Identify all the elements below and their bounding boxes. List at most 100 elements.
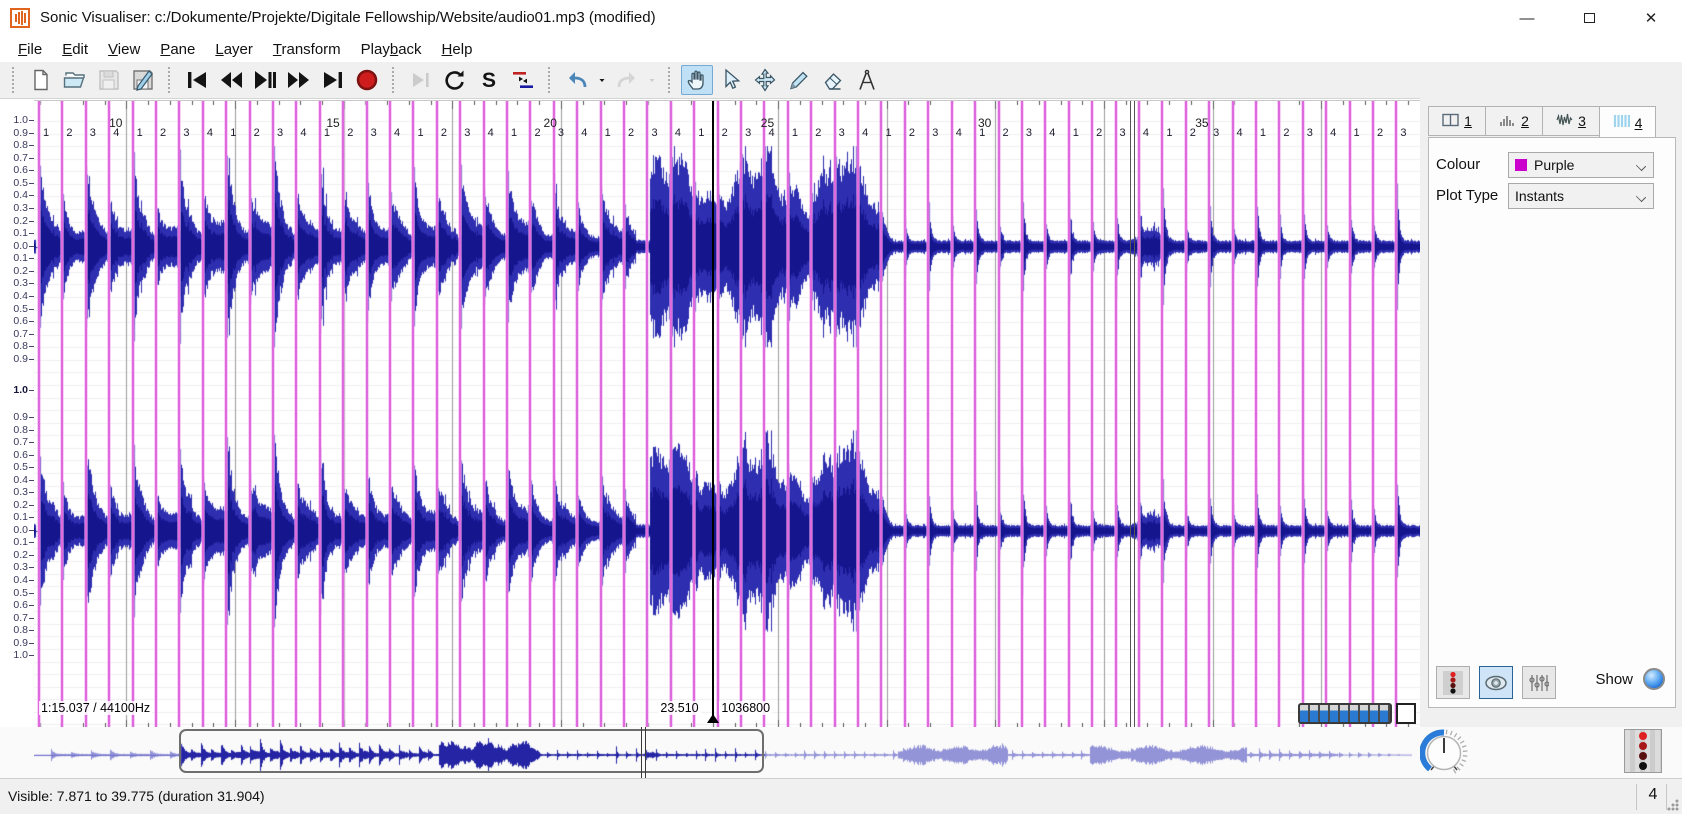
menu-help[interactable]: Help bbox=[432, 38, 483, 61]
playback-speed-knob[interactable] bbox=[1420, 729, 1468, 777]
select-button[interactable] bbox=[715, 65, 747, 95]
maximize-button[interactable] bbox=[1558, 0, 1620, 36]
beat-number: 1 bbox=[230, 127, 236, 139]
fast-forward-button[interactable] bbox=[283, 65, 315, 95]
properties-panel: 1234 Colour Purple Plot Type Instants Sh… bbox=[1420, 98, 1682, 728]
sliders-button[interactable] bbox=[1522, 666, 1556, 699]
minimize-button[interactable]: — bbox=[1496, 0, 1558, 36]
toolbar-group-handle[interactable] bbox=[392, 67, 398, 93]
axis-tick-label: 0.8 bbox=[13, 424, 28, 436]
new-session-button[interactable] bbox=[25, 65, 57, 95]
axis-tick-label: 0.1 bbox=[13, 252, 28, 264]
fast-forward-to-end-button[interactable] bbox=[317, 65, 349, 95]
menu-pane[interactable]: Pane bbox=[150, 38, 205, 61]
toolbar-group-handle[interactable] bbox=[168, 67, 174, 93]
svg-text:S: S bbox=[482, 69, 496, 92]
move-button[interactable] bbox=[749, 65, 781, 95]
menu-transform[interactable]: Transform bbox=[263, 38, 351, 61]
beat-line bbox=[1278, 101, 1280, 727]
plot-type-dropdown[interactable]: Instants bbox=[1508, 183, 1654, 209]
show-led-toggle[interactable] bbox=[1643, 668, 1665, 690]
rewind-to-start-button[interactable] bbox=[181, 65, 213, 95]
horizontal-zoom-thumbwheel[interactable] bbox=[1298, 703, 1392, 724]
erase-button[interactable] bbox=[817, 65, 849, 95]
beat-line bbox=[1044, 101, 1046, 727]
visible-region-rect[interactable] bbox=[179, 729, 765, 773]
beat-number: 4 bbox=[1143, 127, 1149, 139]
beat-number: 3 bbox=[1307, 127, 1313, 139]
waveform-canvas[interactable] bbox=[34, 101, 1420, 727]
save-button bbox=[93, 65, 125, 95]
toolbar-group-handle[interactable] bbox=[12, 67, 18, 93]
record-button[interactable] bbox=[351, 65, 383, 95]
open-button[interactable] bbox=[59, 65, 91, 95]
navigate-button[interactable] bbox=[681, 65, 713, 95]
beat-number: 1 bbox=[885, 127, 891, 139]
beat-line bbox=[1091, 101, 1093, 727]
edit-tool-button[interactable] bbox=[783, 65, 815, 95]
duration-samplerate-label: 1:15.037 / 44100Hz bbox=[39, 701, 152, 715]
undo-button[interactable] bbox=[561, 65, 593, 95]
edit-cursor-handle[interactable] bbox=[707, 714, 719, 723]
dormant-dots-button[interactable] bbox=[1436, 666, 1470, 699]
beat-number: 4 bbox=[394, 127, 400, 139]
beat-line bbox=[974, 101, 976, 727]
beat-number: 3 bbox=[1400, 127, 1406, 139]
zoom-reset-button[interactable] bbox=[1396, 703, 1416, 724]
title-bar: Sonic Visualiser: c:/Dokumente/Projekte/… bbox=[0, 0, 1682, 36]
save-as-button[interactable] bbox=[127, 65, 159, 95]
edit-cursor-line[interactable] bbox=[712, 101, 714, 722]
colour-dropdown[interactable]: Purple bbox=[1508, 152, 1654, 178]
menu-file[interactable]: File bbox=[8, 38, 52, 61]
beat-number: 3 bbox=[1120, 127, 1126, 139]
beat-line bbox=[1161, 101, 1163, 727]
beat-line bbox=[576, 101, 578, 727]
beat-line bbox=[529, 101, 531, 727]
axis-tick-label: 0.3 bbox=[13, 202, 28, 214]
solo-button[interactable]: S bbox=[473, 65, 505, 95]
pane-tab-4[interactable]: 4 bbox=[1599, 106, 1656, 138]
time-ruler-label: 25 bbox=[734, 116, 774, 130]
beat-number: 3 bbox=[932, 127, 938, 139]
redo-menu-arrow bbox=[645, 65, 659, 95]
pane-tab-1[interactable]: 1 bbox=[1428, 106, 1485, 136]
visibility-eye-button[interactable] bbox=[1479, 666, 1513, 699]
rewind-button[interactable] bbox=[215, 65, 247, 95]
beat-line bbox=[553, 101, 555, 727]
toolbar-group-handle[interactable] bbox=[668, 67, 674, 93]
menu-layer[interactable]: Layer bbox=[205, 38, 263, 61]
beat-number: 3 bbox=[651, 127, 657, 139]
pane-tab-2[interactable]: 2 bbox=[1485, 106, 1542, 136]
axis-tick-label: 0.2 bbox=[13, 265, 28, 277]
beat-line bbox=[225, 101, 227, 727]
resize-grip[interactable] bbox=[1667, 799, 1679, 811]
menu-edit[interactable]: Edit bbox=[52, 38, 98, 61]
layer-properties-box: Colour Purple Plot Type Instants Show bbox=[1428, 137, 1676, 708]
close-button[interactable]: ✕ bbox=[1620, 0, 1682, 36]
axis-tick-label: 0.3 bbox=[13, 277, 28, 289]
menu-playback[interactable]: Playback bbox=[351, 38, 432, 61]
beat-number: 3 bbox=[839, 127, 845, 139]
play-pause-button[interactable] bbox=[249, 65, 281, 95]
beat-number: 1 bbox=[605, 127, 611, 139]
time-ruler-label: 10 bbox=[82, 116, 122, 130]
loop-button[interactable] bbox=[439, 65, 471, 95]
axis-tick-label: 0.3 bbox=[13, 486, 28, 498]
playback-level-button[interactable] bbox=[1624, 729, 1662, 773]
measure-button[interactable] bbox=[851, 65, 883, 95]
toolbar-group-handle[interactable] bbox=[548, 67, 554, 93]
align-button[interactable] bbox=[507, 65, 539, 95]
axis-tick-label: 1.0 bbox=[13, 114, 28, 126]
beat-line bbox=[857, 101, 859, 727]
beat-line bbox=[763, 101, 765, 727]
undo-menu-arrow[interactable] bbox=[595, 65, 609, 95]
beat-number: 3 bbox=[1213, 127, 1219, 139]
time-ruler-label: 15 bbox=[300, 116, 340, 130]
beat-line bbox=[1021, 101, 1023, 727]
pane-tab-3[interactable]: 3 bbox=[1542, 106, 1599, 136]
beat-number: 2 bbox=[254, 127, 260, 139]
beat-number: 3 bbox=[183, 127, 189, 139]
menu-view[interactable]: View bbox=[98, 38, 150, 61]
beat-line bbox=[1349, 101, 1351, 727]
waveform-pane[interactable]: 23.510 1036800 1:15.037 / 44100Hz 123412… bbox=[34, 100, 1420, 727]
